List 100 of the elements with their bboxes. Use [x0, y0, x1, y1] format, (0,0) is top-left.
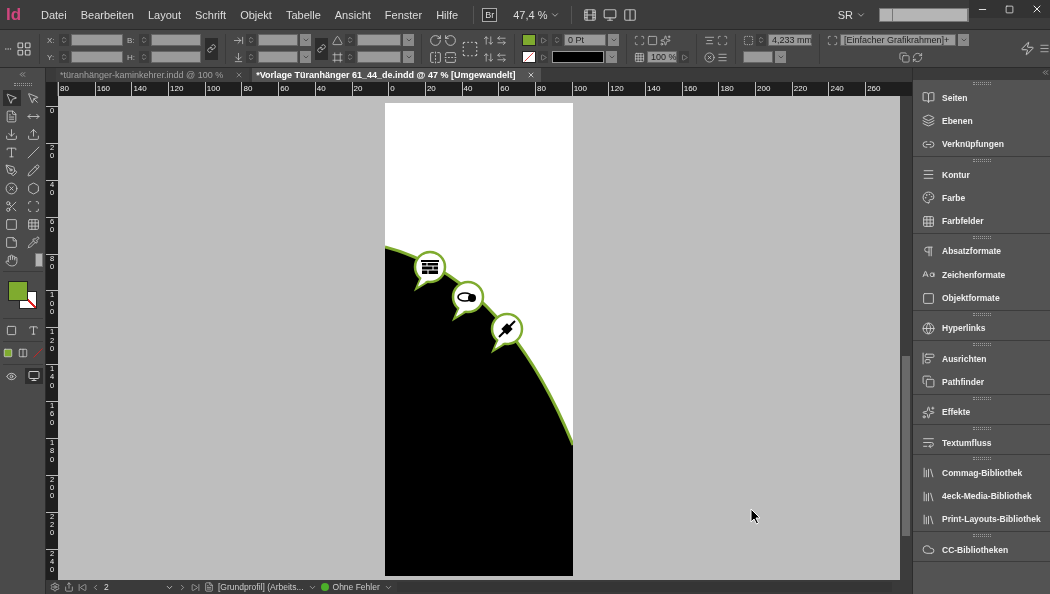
menu-item[interactable]: Objekt — [233, 3, 279, 26]
close-icon[interactable] — [527, 71, 536, 79]
flip-icon[interactable] — [444, 50, 457, 64]
y-field[interactable] — [71, 51, 123, 63]
copy-icon[interactable] — [899, 51, 910, 63]
text-wrap-icon[interactable] — [717, 51, 728, 63]
document-icon[interactable] — [204, 582, 214, 592]
panel-item[interactable]: Farbfelder — [913, 209, 1050, 233]
text-wrap-icon[interactable] — [704, 51, 715, 63]
next-page-icon[interactable] — [178, 582, 187, 592]
arrow-icon[interactable] — [496, 51, 507, 63]
menu-item[interactable]: Bearbeiten — [73, 3, 141, 26]
width-field[interactable] — [151, 34, 201, 46]
panel-item[interactable]: Ebenen — [913, 109, 1050, 133]
bridge-button[interactable]: Br — [482, 7, 498, 22]
shear-field[interactable] — [357, 51, 401, 63]
panel-item[interactable]: 4eck-Media-Bibliothek — [913, 484, 1050, 508]
play-icon[interactable] — [538, 34, 548, 46]
panel-item[interactable]: Effekte — [913, 400, 1050, 424]
panel-item[interactable]: Commag-Bibliothek — [913, 461, 1050, 485]
previous-page-icon[interactable] — [91, 582, 100, 592]
spinner-icon[interactable] — [552, 34, 562, 46]
zoom-level[interactable]: 47,4 % — [513, 8, 548, 21]
spinner-icon[interactable] — [59, 51, 69, 63]
object-style-field[interactable]: [Einfacher Grafikrahmen]+ — [840, 34, 956, 46]
spinner-icon[interactable] — [756, 34, 766, 46]
caret-icon[interactable] — [775, 51, 786, 63]
panel-item[interactable]: Objektformate — [913, 286, 1050, 310]
play-icon[interactable] — [538, 51, 548, 63]
menu-item[interactable]: Layout — [140, 3, 188, 26]
text-wrap-icon[interactable] — [704, 34, 715, 46]
spinner-icon[interactable] — [345, 51, 355, 63]
panel-item[interactable]: Absatzformate — [913, 239, 1050, 264]
panel-item[interactable]: Seiten — [913, 86, 1050, 110]
constrain-proportions-button[interactable] — [315, 37, 328, 60]
rotate-icon[interactable] — [444, 33, 457, 47]
panel-item[interactable]: Ausrichten — [913, 346, 1050, 371]
caret-icon[interactable] — [403, 34, 414, 46]
caret-icon[interactable] — [300, 51, 311, 63]
arrow-icon[interactable] — [496, 34, 507, 46]
search-field[interactable] — [879, 7, 969, 22]
corner-shape-field[interactable] — [743, 51, 773, 63]
caret-icon[interactable] — [606, 51, 617, 63]
workspace-switcher[interactable]: SR — [837, 8, 853, 21]
menu-item[interactable]: Datei — [34, 3, 74, 26]
selection-tool[interactable] — [2, 90, 21, 106]
panel-item[interactable]: Verknüpfungen — [913, 132, 1050, 156]
frame-icon[interactable] — [634, 34, 645, 46]
share-icon[interactable] — [64, 582, 74, 592]
close-icon[interactable] — [235, 71, 244, 79]
menu-item[interactable]: Tabelle — [278, 3, 328, 26]
fill-swatch[interactable] — [522, 34, 536, 46]
rotation-field[interactable] — [357, 34, 401, 46]
rotate-icon[interactable] — [429, 33, 442, 47]
clear-icon[interactable] — [912, 51, 923, 63]
panel-item[interactable]: Print-Layouts-Bibliothek — [913, 507, 1050, 532]
spinner-icon[interactable] — [246, 51, 256, 63]
collapse-icon[interactable] — [18, 70, 27, 79]
menu-item[interactable]: Hilfe — [429, 3, 466, 26]
gear-icon[interactable] — [50, 582, 60, 592]
scale-y-field[interactable] — [258, 51, 298, 63]
height-field[interactable] — [151, 51, 201, 63]
panel-item[interactable]: Farbe — [913, 186, 1050, 210]
panel-item[interactable]: Kontur — [913, 162, 1050, 187]
stroke-swatch[interactable] — [522, 51, 536, 63]
constrain-proportions-button[interactable] — [205, 37, 218, 60]
text-wrap-icon[interactable] — [717, 34, 728, 46]
arrow-icon[interactable] — [483, 34, 494, 46]
flip-icon[interactable] — [429, 50, 442, 64]
menu-item[interactable]: Ansicht — [327, 3, 378, 26]
spinner-icon[interactable] — [139, 34, 149, 46]
panel-item[interactable]: CC-Bibliotheken — [913, 538, 1050, 562]
panel-item[interactable]: Zeichenformate — [913, 263, 1050, 287]
menu-icon[interactable] — [1039, 43, 1050, 54]
stroke-type-field[interactable] — [552, 51, 604, 63]
spinner-icon[interactable] — [59, 34, 69, 46]
first-page-icon[interactable] — [78, 582, 87, 592]
screen-mode-tool[interactable] — [24, 368, 43, 384]
panel-item[interactable]: Hyperlinks — [913, 316, 1050, 340]
effects-icon[interactable] — [660, 34, 671, 46]
document-tab[interactable]: *Vorlage Türanhänger 61_44_de.indd @ 47 % [Umgewandelt] — [252, 68, 542, 82]
panel-item[interactable]: Textumfluss — [913, 430, 1050, 455]
page-number-field[interactable]: 2 — [104, 582, 174, 592]
caret-icon[interactable] — [958, 34, 969, 46]
pencil-tool[interactable] — [24, 162, 43, 178]
frame-icon[interactable] — [743, 34, 754, 46]
arrow-icon[interactable] — [483, 51, 494, 63]
shadow-icon[interactable] — [647, 34, 658, 46]
document-tab[interactable]: *türanhänger-kaminkehrer.indd @ 100 % — [56, 68, 250, 82]
menu-item[interactable]: Fenster — [377, 3, 430, 26]
ellipse-frame-tool[interactable] — [2, 180, 21, 196]
opacity-field[interactable]: 100 % — [647, 51, 677, 63]
stroke-weight-field[interactable]: 0 Pt — [564, 34, 606, 46]
lightning-icon[interactable] — [1020, 41, 1035, 56]
close-button[interactable] — [1023, 0, 1050, 18]
preflight-profile[interactable]: [Grundprofil] (Arbeits... — [218, 582, 304, 592]
caret-icon[interactable] — [300, 34, 311, 46]
caret-icon[interactable] — [608, 34, 619, 46]
spinner-icon[interactable] — [139, 51, 149, 63]
scale-x-field[interactable] — [258, 34, 298, 46]
